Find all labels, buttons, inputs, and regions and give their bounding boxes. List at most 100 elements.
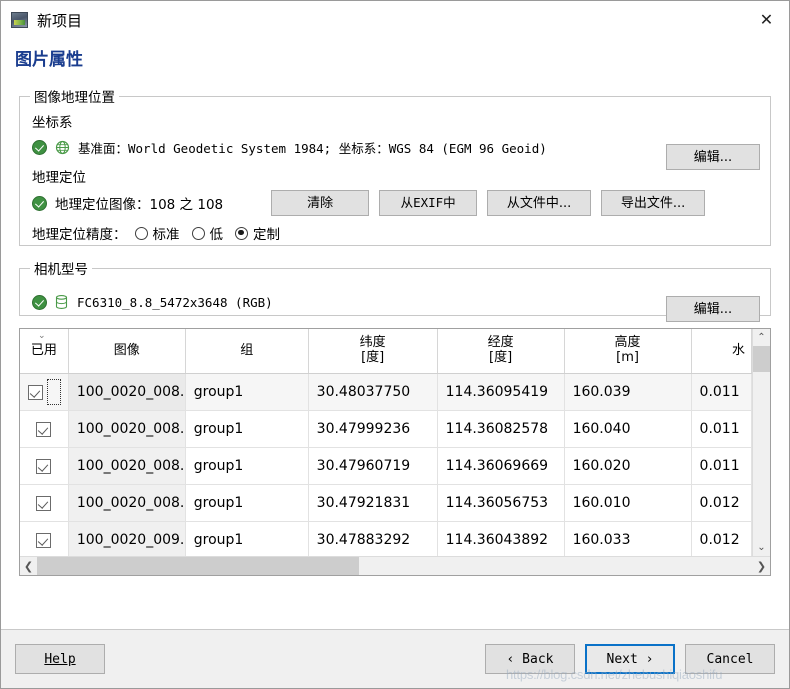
close-icon[interactable]: ✕ [744, 1, 789, 38]
edit-coordinate-system-button[interactable]: 编辑... [666, 144, 760, 170]
cell-lon: 114.36056753 [437, 484, 565, 522]
cell-used[interactable] [20, 447, 69, 485]
radio-label-standard[interactable]: 标准 [153, 223, 180, 243]
cell-lon: 114.36095419 [437, 373, 565, 411]
dialog-footer: Help ‹ Back Next › Cancel [1, 629, 789, 688]
cell-group: group1 [185, 484, 309, 522]
horizontal-scroll-track[interactable] [37, 557, 753, 575]
cell-lon: 114.36069669 [437, 447, 565, 485]
check-circle-icon [32, 139, 47, 155]
column-header-lon[interactable]: 经度 [度] [437, 329, 565, 374]
chevron-down-icon[interactable]: ⌄ [38, 331, 46, 341]
check-circle-icon [32, 195, 47, 211]
table-row[interactable]: 100_0020_008... group1 30.47921831 114.3605… [20, 484, 752, 522]
geolocation-status-row: 地理定位图像：108 之 108 清除 从EXIF中 从文件中... 导出文件.… [32, 190, 760, 216]
cancel-button[interactable]: Cancel [685, 644, 775, 674]
export-file-button[interactable]: 导出文件... [601, 190, 706, 216]
cell-image: 100_0020_008... [68, 410, 186, 448]
cell-alt: 160.020 [564, 447, 692, 485]
column-header-group[interactable]: 组 [185, 329, 309, 374]
column-header-alt[interactable]: 高度 [m] [564, 329, 692, 374]
cell-image: 100_0020_008... [68, 373, 186, 411]
column-header-unit: [m] [616, 350, 639, 365]
column-header-line1: 已用 [30, 342, 57, 358]
checkbox-used[interactable] [36, 458, 52, 474]
dialog-content: 图像地理位置 坐标系 基准面：World Geodetic System 198… [1, 70, 789, 629]
cell-used[interactable] [20, 521, 69, 556]
checkbox-used[interactable] [36, 495, 52, 511]
focus-indicator [47, 379, 61, 405]
next-button[interactable]: Next › [585, 644, 675, 674]
radio-accuracy-custom[interactable] [235, 226, 248, 240]
back-button[interactable]: ‹ Back [485, 644, 575, 674]
coordinate-system-label: 坐标系 [32, 115, 73, 131]
column-header-line1: 水 [731, 342, 745, 358]
edit-camera-model-button[interactable]: 编辑... [666, 296, 760, 322]
column-header-lat[interactable]: 纬度 [度] [308, 329, 438, 374]
vertical-scroll-thumb[interactable] [753, 346, 770, 372]
window-title: 新项目 [37, 11, 83, 30]
checkbox-used[interactable] [36, 532, 52, 548]
cell-hacc: 0.012 [691, 521, 752, 556]
cell-used[interactable] [20, 410, 69, 448]
column-header-hacc[interactable]: 水 [691, 329, 752, 374]
checkbox-used[interactable] [28, 384, 43, 400]
column-header-line1: 组 [240, 342, 254, 358]
app-icon [11, 12, 28, 28]
cell-used[interactable] [20, 484, 69, 522]
radio-accuracy-standard[interactable] [134, 226, 148, 240]
radio-accuracy-low[interactable] [191, 226, 205, 240]
check-circle-icon [32, 294, 47, 310]
table-row[interactable]: 100_0020_008... group1 30.48037750 114.3609… [20, 373, 752, 411]
scroll-left-icon[interactable]: ❮ [20, 557, 37, 575]
cell-lat: 30.47999236 [308, 410, 438, 448]
cell-hacc: 0.012 [691, 484, 752, 522]
vertical-scrollbar[interactable]: ⌃ ⌄ [752, 329, 770, 556]
from-exif-button[interactable]: 从EXIF中 [379, 190, 478, 216]
horizontal-scrollbar[interactable]: ❮ ❯ [20, 556, 770, 575]
scroll-up-icon[interactable]: ⌃ [753, 329, 770, 346]
cell-alt: 160.010 [564, 484, 692, 522]
scroll-right-icon[interactable]: ❯ [753, 557, 770, 575]
table-body-area: ⌄ 已用 图像组纬度 [度] 经度 [度] 高度 [m] 水 100_0020_008... g… [20, 329, 770, 556]
horizontal-scroll-thumb[interactable] [37, 557, 360, 575]
geolocation-count-text: 地理定位图像：108 之 108 [55, 197, 224, 213]
table-row[interactable]: 100_0020_008... group1 30.47999236 114.3608… [20, 410, 752, 448]
camera-model-group: 相机型号 FC6310_8.8_5472x3648 (RGB) 编辑... [19, 258, 771, 322]
table-row[interactable]: 100_0020_009... group1 30.47883292 114.3604… [20, 521, 752, 556]
cell-lat: 30.47921831 [308, 484, 438, 522]
cell-used[interactable] [20, 373, 69, 411]
column-header-image[interactable]: 图像 [68, 329, 186, 374]
coordinate-system-text: 基准面：World Geodetic System 1984; 坐标系：WGS … [78, 140, 547, 156]
checkbox-used[interactable] [36, 421, 52, 437]
geolocation-actions: 清除 从EXIF中 从文件中... 导出文件... [271, 190, 706, 216]
column-header-line1: 经度 [487, 335, 514, 351]
help-button[interactable]: Help [15, 644, 105, 674]
radio-label-custom[interactable]: 定制 [253, 223, 280, 243]
cell-alt: 160.040 [564, 410, 692, 448]
grid-body: 100_0020_008... group1 30.48037750 114.3609… [20, 373, 752, 556]
column-header-line1: 纬度 [359, 335, 386, 351]
column-header-unit: [度] [489, 350, 513, 365]
scroll-down-icon[interactable]: ⌄ [753, 539, 770, 556]
from-file-button[interactable]: 从文件中... [487, 190, 592, 216]
column-header-line1: 图像 [113, 342, 140, 358]
vertical-scroll-track[interactable] [753, 346, 770, 539]
camera-model-text: FC6310_8.8_5472x3648 (RGB) [77, 294, 273, 310]
cell-hacc: 0.011 [691, 410, 752, 448]
radio-label-low[interactable]: 低 [210, 223, 224, 243]
cell-lon: 114.36043892 [437, 521, 565, 556]
image-geolocation-group: 图像地理位置 坐标系 基准面：World Geodetic System 198… [19, 86, 771, 246]
table-row[interactable]: 100_0020_008... group1 30.47960719 114.3606… [20, 447, 752, 485]
cell-alt: 160.033 [564, 521, 692, 556]
cell-lon: 114.36082578 [437, 410, 565, 448]
geolocation-accuracy-row: 地理定位精度： 标准 低 定制 [32, 223, 760, 243]
cell-hacc: 0.011 [691, 373, 752, 411]
cell-lat: 30.48037750 [308, 373, 438, 411]
page-title: 图片属性 [15, 50, 83, 70]
coordinate-system-row: 基准面：World Geodetic System 1984; 坐标系：WGS … [32, 135, 760, 159]
clear-button[interactable]: 清除 [271, 190, 370, 216]
cell-group: group1 [185, 373, 309, 411]
cell-group: group1 [185, 447, 309, 485]
column-header-line1: 高度 [614, 335, 641, 351]
